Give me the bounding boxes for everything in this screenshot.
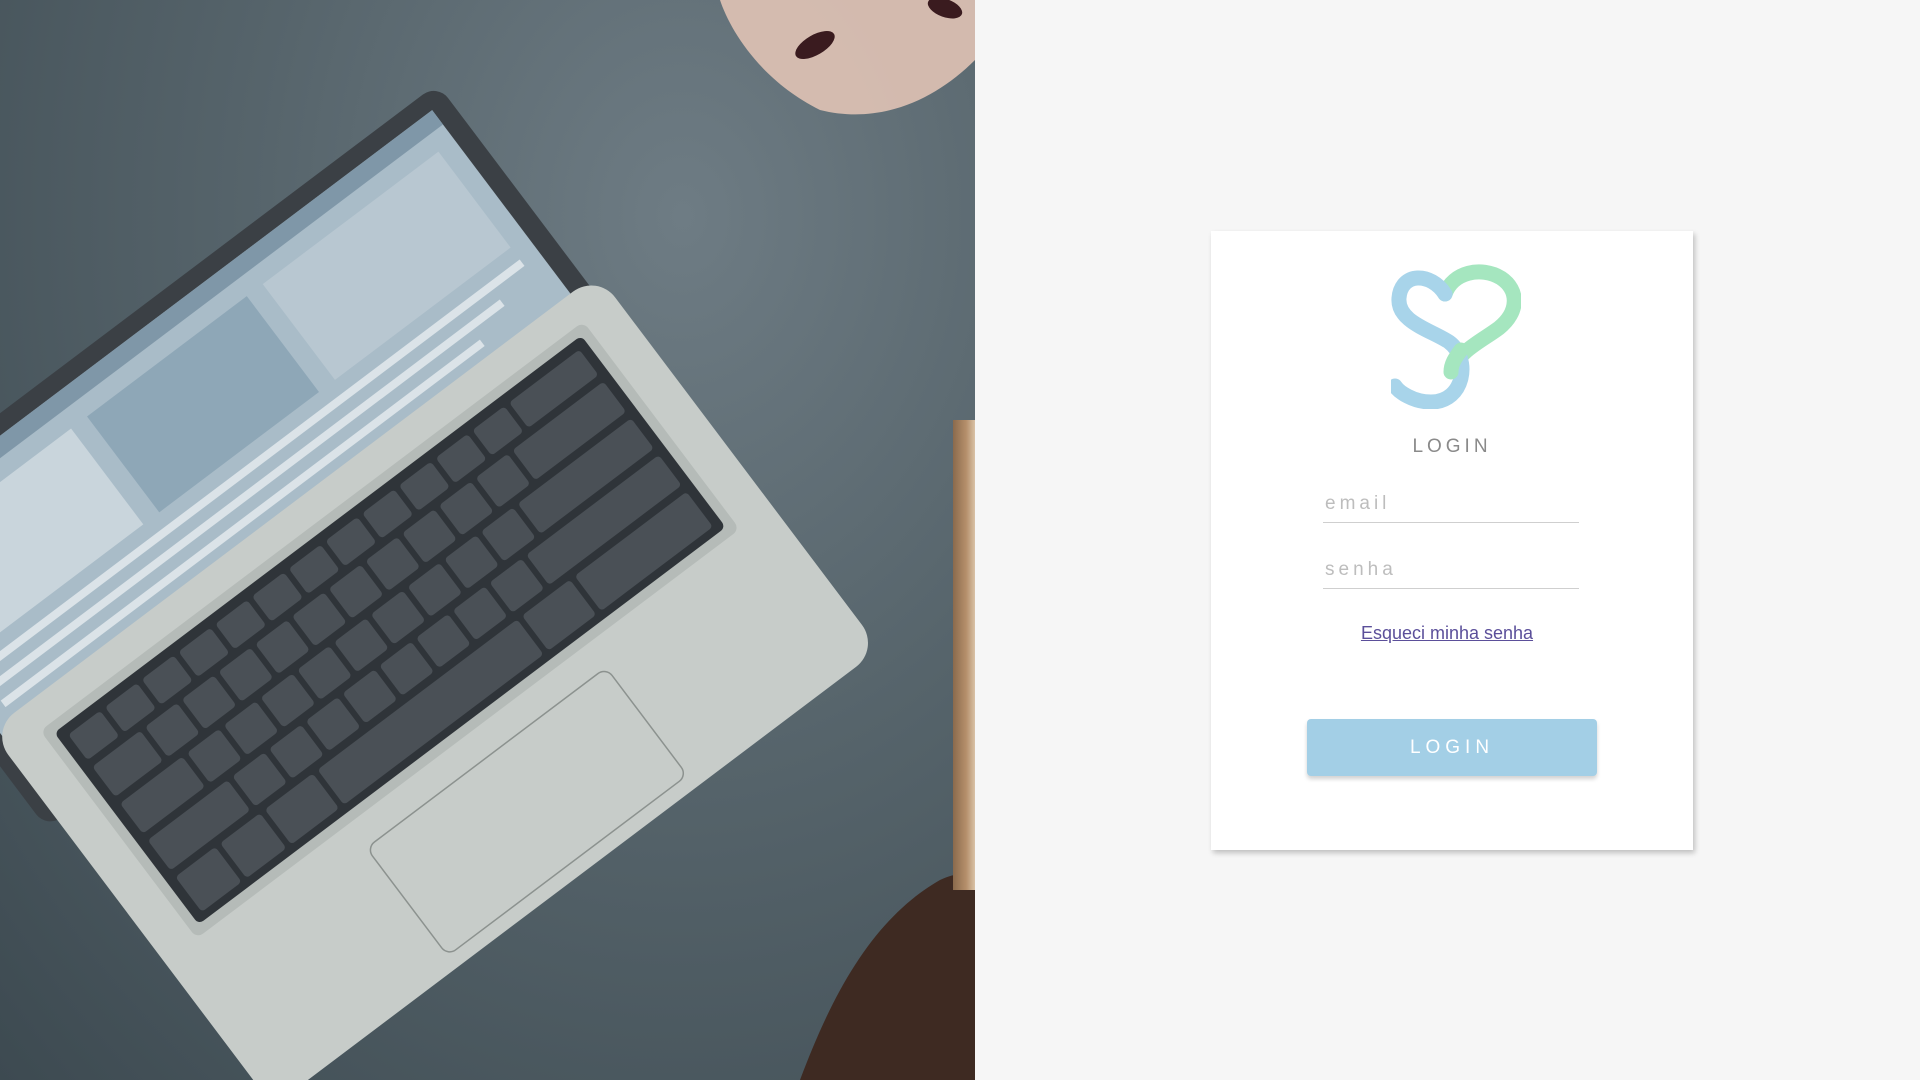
login-area: LOGIN Esqueci minha senha LOGIN	[975, 0, 1920, 1080]
login-page: LOGIN Esqueci minha senha LOGIN	[0, 0, 1920, 1080]
login-title: LOGIN	[1412, 436, 1492, 457]
password-input[interactable]	[1323, 551, 1579, 589]
hero-photo-laptop	[0, 0, 975, 1080]
email-input[interactable]	[1323, 485, 1579, 523]
s-heart-logo-icon	[1391, 264, 1521, 409]
login-button[interactable]: LOGIN	[1307, 719, 1597, 776]
forgot-password-link[interactable]: Esqueci minha senha	[1211, 623, 1693, 644]
login-card: LOGIN Esqueci minha senha LOGIN	[1211, 231, 1693, 850]
laptop-illustration	[0, 0, 975, 1080]
desk-edge	[953, 420, 975, 890]
